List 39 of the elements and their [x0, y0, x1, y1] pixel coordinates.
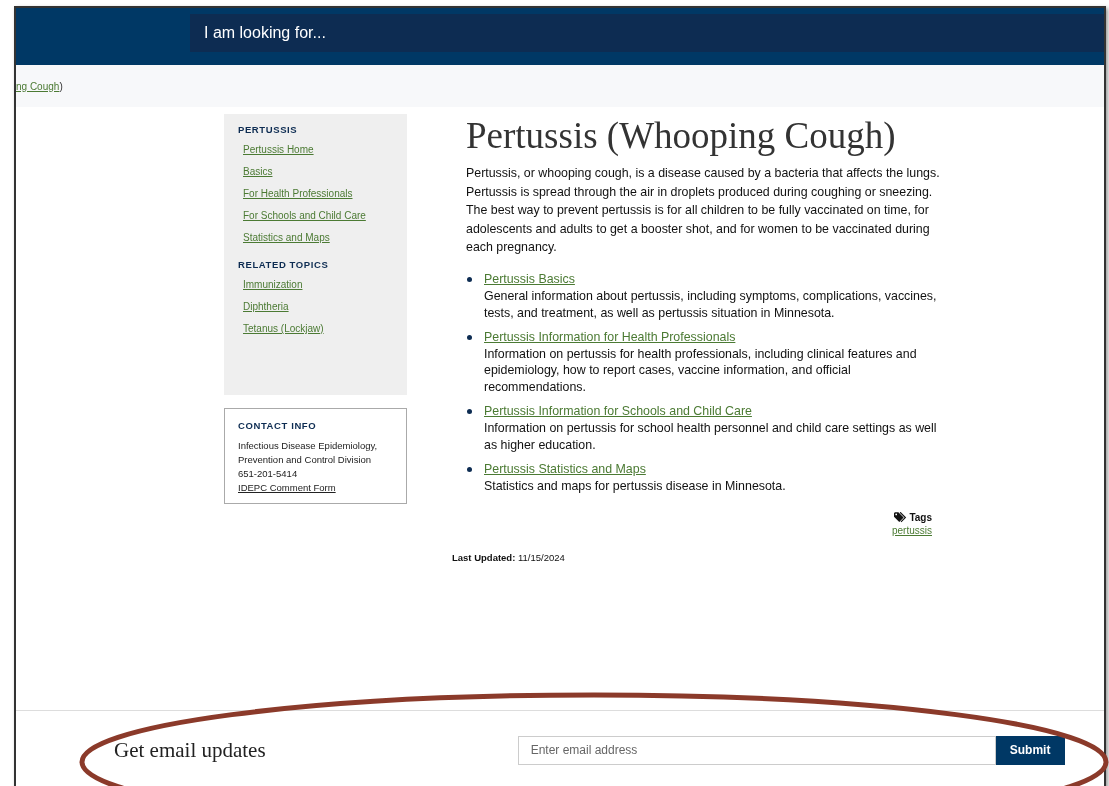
bullet-icon [467, 466, 472, 472]
contact-text: 651-201-5414 [238, 467, 298, 481]
breadcrumb-link[interactable]: ng Cough [16, 80, 60, 92]
topic-description: Information on pertussis for health professionals, including clinical features and epidemiology, how to report cases, vaccine information, and official recommendations. [484, 345, 918, 396]
bullet-icon [467, 334, 472, 340]
email-field[interactable]: Enter email address [517, 735, 996, 765]
contact-text: Infectious Disease Epidemiology, [238, 439, 378, 453]
section-heading: PERTUSSIS [238, 124, 298, 135]
breadcrumb-text: ) [59, 80, 63, 92]
sidebar-link[interactable]: Tetanus (Lockjaw) [243, 323, 324, 334]
footer-heading: Get email updates [114, 737, 266, 763]
last-updated-text: Last Updated: 11/15/2024 [452, 552, 566, 564]
topic-link[interactable]: Pertussis Information for Health Professionals [484, 328, 736, 346]
topic-description: General information about pertussis, including symptoms, complications, vaccines, tests, and treatment, as well as pertussis situation in Minnesota. [484, 287, 938, 322]
topic-description: Information on pertussis for school health personnel and child care settings as well as higher education. [484, 419, 938, 454]
sidebar-link[interactable]: Statistics and Maps [243, 232, 330, 243]
tags-label: Tags [909, 512, 932, 524]
bullet-icon [467, 408, 472, 414]
contact-text: Prevention and Control Division [238, 453, 372, 467]
page-title: Pertussis (Whooping Cough) [466, 114, 896, 158]
topic-link[interactable]: Pertussis Statistics and Maps [484, 460, 646, 478]
search-field[interactable]: I am looking for... [190, 14, 1104, 52]
sidebar-link[interactable]: Pertussis Home [243, 144, 314, 155]
topic-link[interactable]: Pertussis Information for Schools and Child Care [484, 402, 752, 420]
submit-button[interactable]: Submit [995, 735, 1065, 765]
tag-icon [894, 512, 909, 524]
bullet-icon [467, 276, 472, 282]
topic-description: Statistics and maps for pertussis disease in Minnesota. [484, 477, 786, 495]
contact-heading: CONTACT INFO [238, 420, 317, 431]
contact-link[interactable]: IDEPC Comment Form [238, 481, 336, 495]
sidebar-link[interactable]: Diphtheria [243, 301, 289, 312]
intro-paragraph: Pertussis, or whooping cough, is a disease caused by a bacteria that affects the lungs. Pertussis is spread through the air in droplets produced during coughing or sneezing. The best way to prevent pertussis is for all children to be fully vaccinated on time, for adolescents and adults to get a booster shot, and for women to be vaccinated during each pregnancy. [466, 165, 941, 257]
sidebar-link[interactable]: Basics [243, 166, 273, 177]
topic-link[interactable]: Pertussis Basics [484, 270, 575, 288]
sidebar-link[interactable]: Immunization [243, 279, 303, 290]
section-heading: RELATED TOPICS [238, 259, 329, 270]
sidebar-link[interactable]: For Health Professionals [243, 188, 353, 199]
tag-link[interactable]: pertussis [892, 525, 932, 537]
sidebar-link[interactable]: For Schools and Child Care [243, 210, 366, 221]
